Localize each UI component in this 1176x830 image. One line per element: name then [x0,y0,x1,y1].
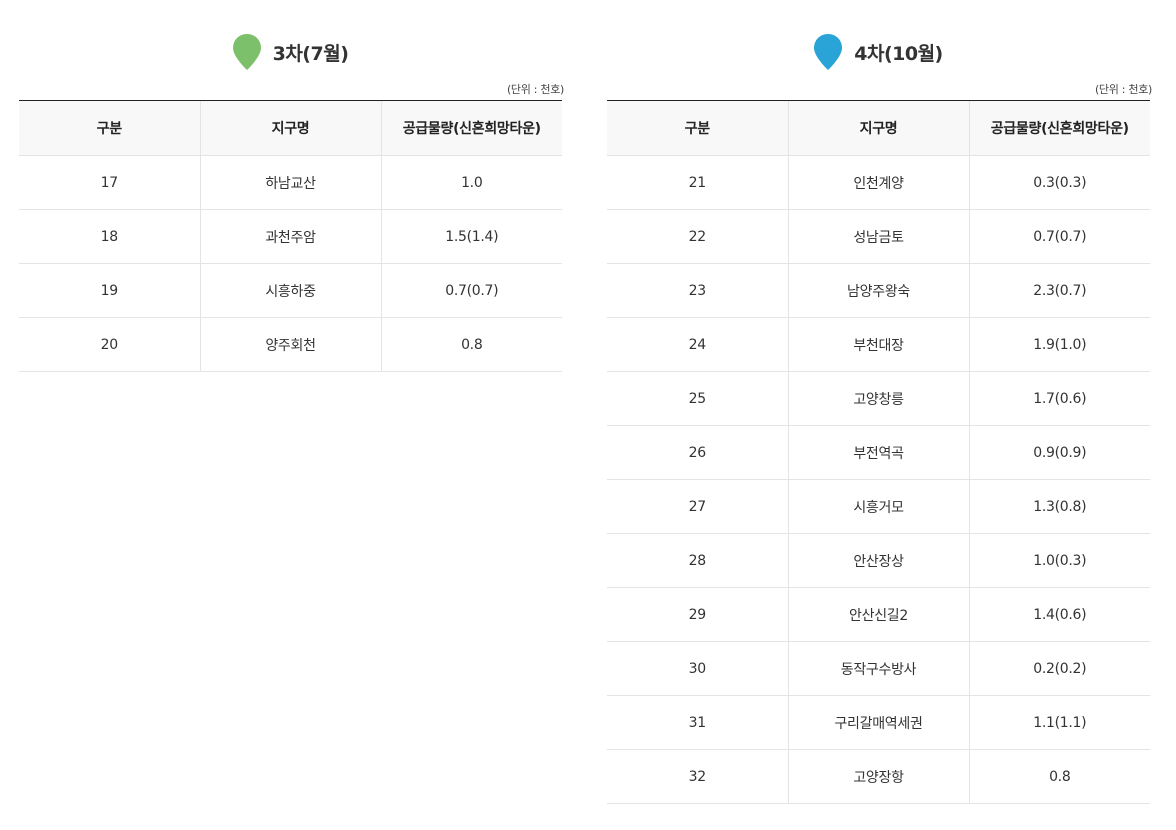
table-body: 17 하남교산 1.0 18 과천주암 1.5(1.4) 19 시흥하중 0.7(0.7) 20 양… [19,155,562,372]
cell-district-name: 동작구수방사 [787,641,969,696]
cell-supply-volume: 0.8 [380,317,562,372]
cell-district-name: 부전역곡 [787,425,969,480]
cell-supply-volume: 1.3(0.8) [968,479,1150,534]
cell-supply-volume: 0.8 [968,749,1150,804]
cell-district-name: 시흥거모 [787,479,969,534]
map-pin-shape [232,34,261,70]
cell-district-name: 고양창릉 [787,371,969,426]
map-pin-icon [814,34,843,70]
cell-supply-volume: 2.3(0.7) [968,263,1150,318]
cell-district-name: 안산신길2 [787,587,969,642]
cell-district-name: 성남금토 [787,209,969,264]
table-row: 26 부전역곡 0.9(0.9) [607,425,1150,480]
cell-district-name: 안산장상 [787,533,969,588]
table-header-row: 구분 지구명 공급물량(신혼희망타운) [19,100,562,156]
cell-supply-volume: 0.7(0.7) [380,263,562,318]
cell-category: 27 [607,479,788,534]
unit-label: (단위 : 천호) [506,83,564,96]
supply-panel-4th: 4차(10월) (단위 : 천호) 구분 지구명 공급물량(신혼희망타운) 21… [607,0,1152,804]
cell-category: 23 [607,263,788,318]
header-category: 구분 [19,100,200,156]
cell-supply-volume: 0.9(0.9) [968,425,1150,480]
map-pin-icon [232,34,261,70]
cell-category: 28 [607,533,788,588]
table-row: 25 고양창릉 1.7(0.6) [607,371,1150,426]
supply-table: 구분 지구명 공급물량(신혼희망타운) 21 인천계양 0.3(0.3) 22 성남금토… [607,100,1150,804]
cell-district-name: 구리갈매역세권 [787,695,969,750]
panel-heading: 3차(7월) (단위 : 천호) [19,0,564,100]
table-row: 30 동작구수방사 0.2(0.2) [607,641,1150,696]
header-category: 구분 [607,100,788,156]
cell-category: 19 [19,263,200,318]
cell-category: 24 [607,317,788,372]
cell-district-name: 부천대장 [787,317,969,372]
panel-title: 3차(7월) [272,42,349,65]
cell-category: 30 [607,641,788,696]
panel-heading: 4차(10월) (단위 : 천호) [607,0,1152,100]
cell-supply-volume: 0.3(0.3) [968,155,1150,210]
cell-supply-volume: 1.9(1.0) [968,317,1150,372]
table-row: 17 하남교산 1.0 [19,155,562,210]
cell-supply-volume: 1.7(0.6) [968,371,1150,426]
table-row: 22 성남금토 0.7(0.7) [607,209,1150,264]
cell-category: 22 [607,209,788,264]
table-row: 18 과천주암 1.5(1.4) [19,209,562,264]
cell-supply-volume: 1.5(1.4) [380,209,562,264]
cell-district-name: 하남교산 [199,155,381,210]
cell-category: 31 [607,695,788,750]
cell-district-name: 양주회천 [199,317,381,372]
cell-district-name: 과천주암 [199,209,381,264]
header-supply-volume: 공급물량(신혼희망타운) [380,100,562,156]
header-supply-volume: 공급물량(신혼희망타운) [968,100,1150,156]
cell-category: 17 [19,155,200,210]
cell-category: 20 [19,317,200,372]
cell-category: 26 [607,425,788,480]
cell-category: 32 [607,749,788,804]
header-district-name: 지구명 [199,100,381,156]
supply-panel-3rd: 3차(7월) (단위 : 천호) 구분 지구명 공급물량(신혼희망타운) 17 하… [19,0,564,372]
table-row: 31 구리갈매역세권 1.1(1.1) [607,695,1150,750]
cell-category: 18 [19,209,200,264]
table-row: 27 시흥거모 1.3(0.8) [607,479,1150,534]
cell-supply-volume: 0.2(0.2) [968,641,1150,696]
table-header-row: 구분 지구명 공급물량(신혼희망타운) [607,100,1150,156]
cell-category: 25 [607,371,788,426]
table-row: 21 인천계양 0.3(0.3) [607,155,1150,210]
cell-supply-volume: 1.4(0.6) [968,587,1150,642]
cell-district-name: 남양주왕숙 [787,263,969,318]
table-row: 32 고양장항 0.8 [607,749,1150,804]
supply-table: 구분 지구명 공급물량(신혼희망타운) 17 하남교산 1.0 18 과천주암 1.5(1… [19,100,562,372]
cell-category: 29 [607,587,788,642]
table-row: 24 부천대장 1.9(1.0) [607,317,1150,372]
cell-category: 21 [607,155,788,210]
cell-district-name: 시흥하중 [199,263,381,318]
table-row: 20 양주회천 0.8 [19,317,562,372]
cell-supply-volume: 0.7(0.7) [968,209,1150,264]
table-body: 21 인천계양 0.3(0.3) 22 성남금토 0.7(0.7) 23 남양주왕숙 2.3(0… [607,155,1150,804]
table-row: 19 시흥하중 0.7(0.7) [19,263,562,318]
table-row: 29 안산신길2 1.4(0.6) [607,587,1150,642]
table-row: 28 안산장상 1.0(0.3) [607,533,1150,588]
cell-supply-volume: 1.0 [380,155,562,210]
header-district-name: 지구명 [787,100,969,156]
cell-district-name: 고양장항 [787,749,969,804]
map-pin-shape [814,34,843,70]
table-row: 23 남양주왕숙 2.3(0.7) [607,263,1150,318]
cell-supply-volume: 1.1(1.1) [968,695,1150,750]
cell-supply-volume: 1.0(0.3) [968,533,1150,588]
panel-title: 4차(10월) [854,42,943,65]
cell-district-name: 인천계양 [787,155,969,210]
unit-label: (단위 : 천호) [1094,83,1152,96]
